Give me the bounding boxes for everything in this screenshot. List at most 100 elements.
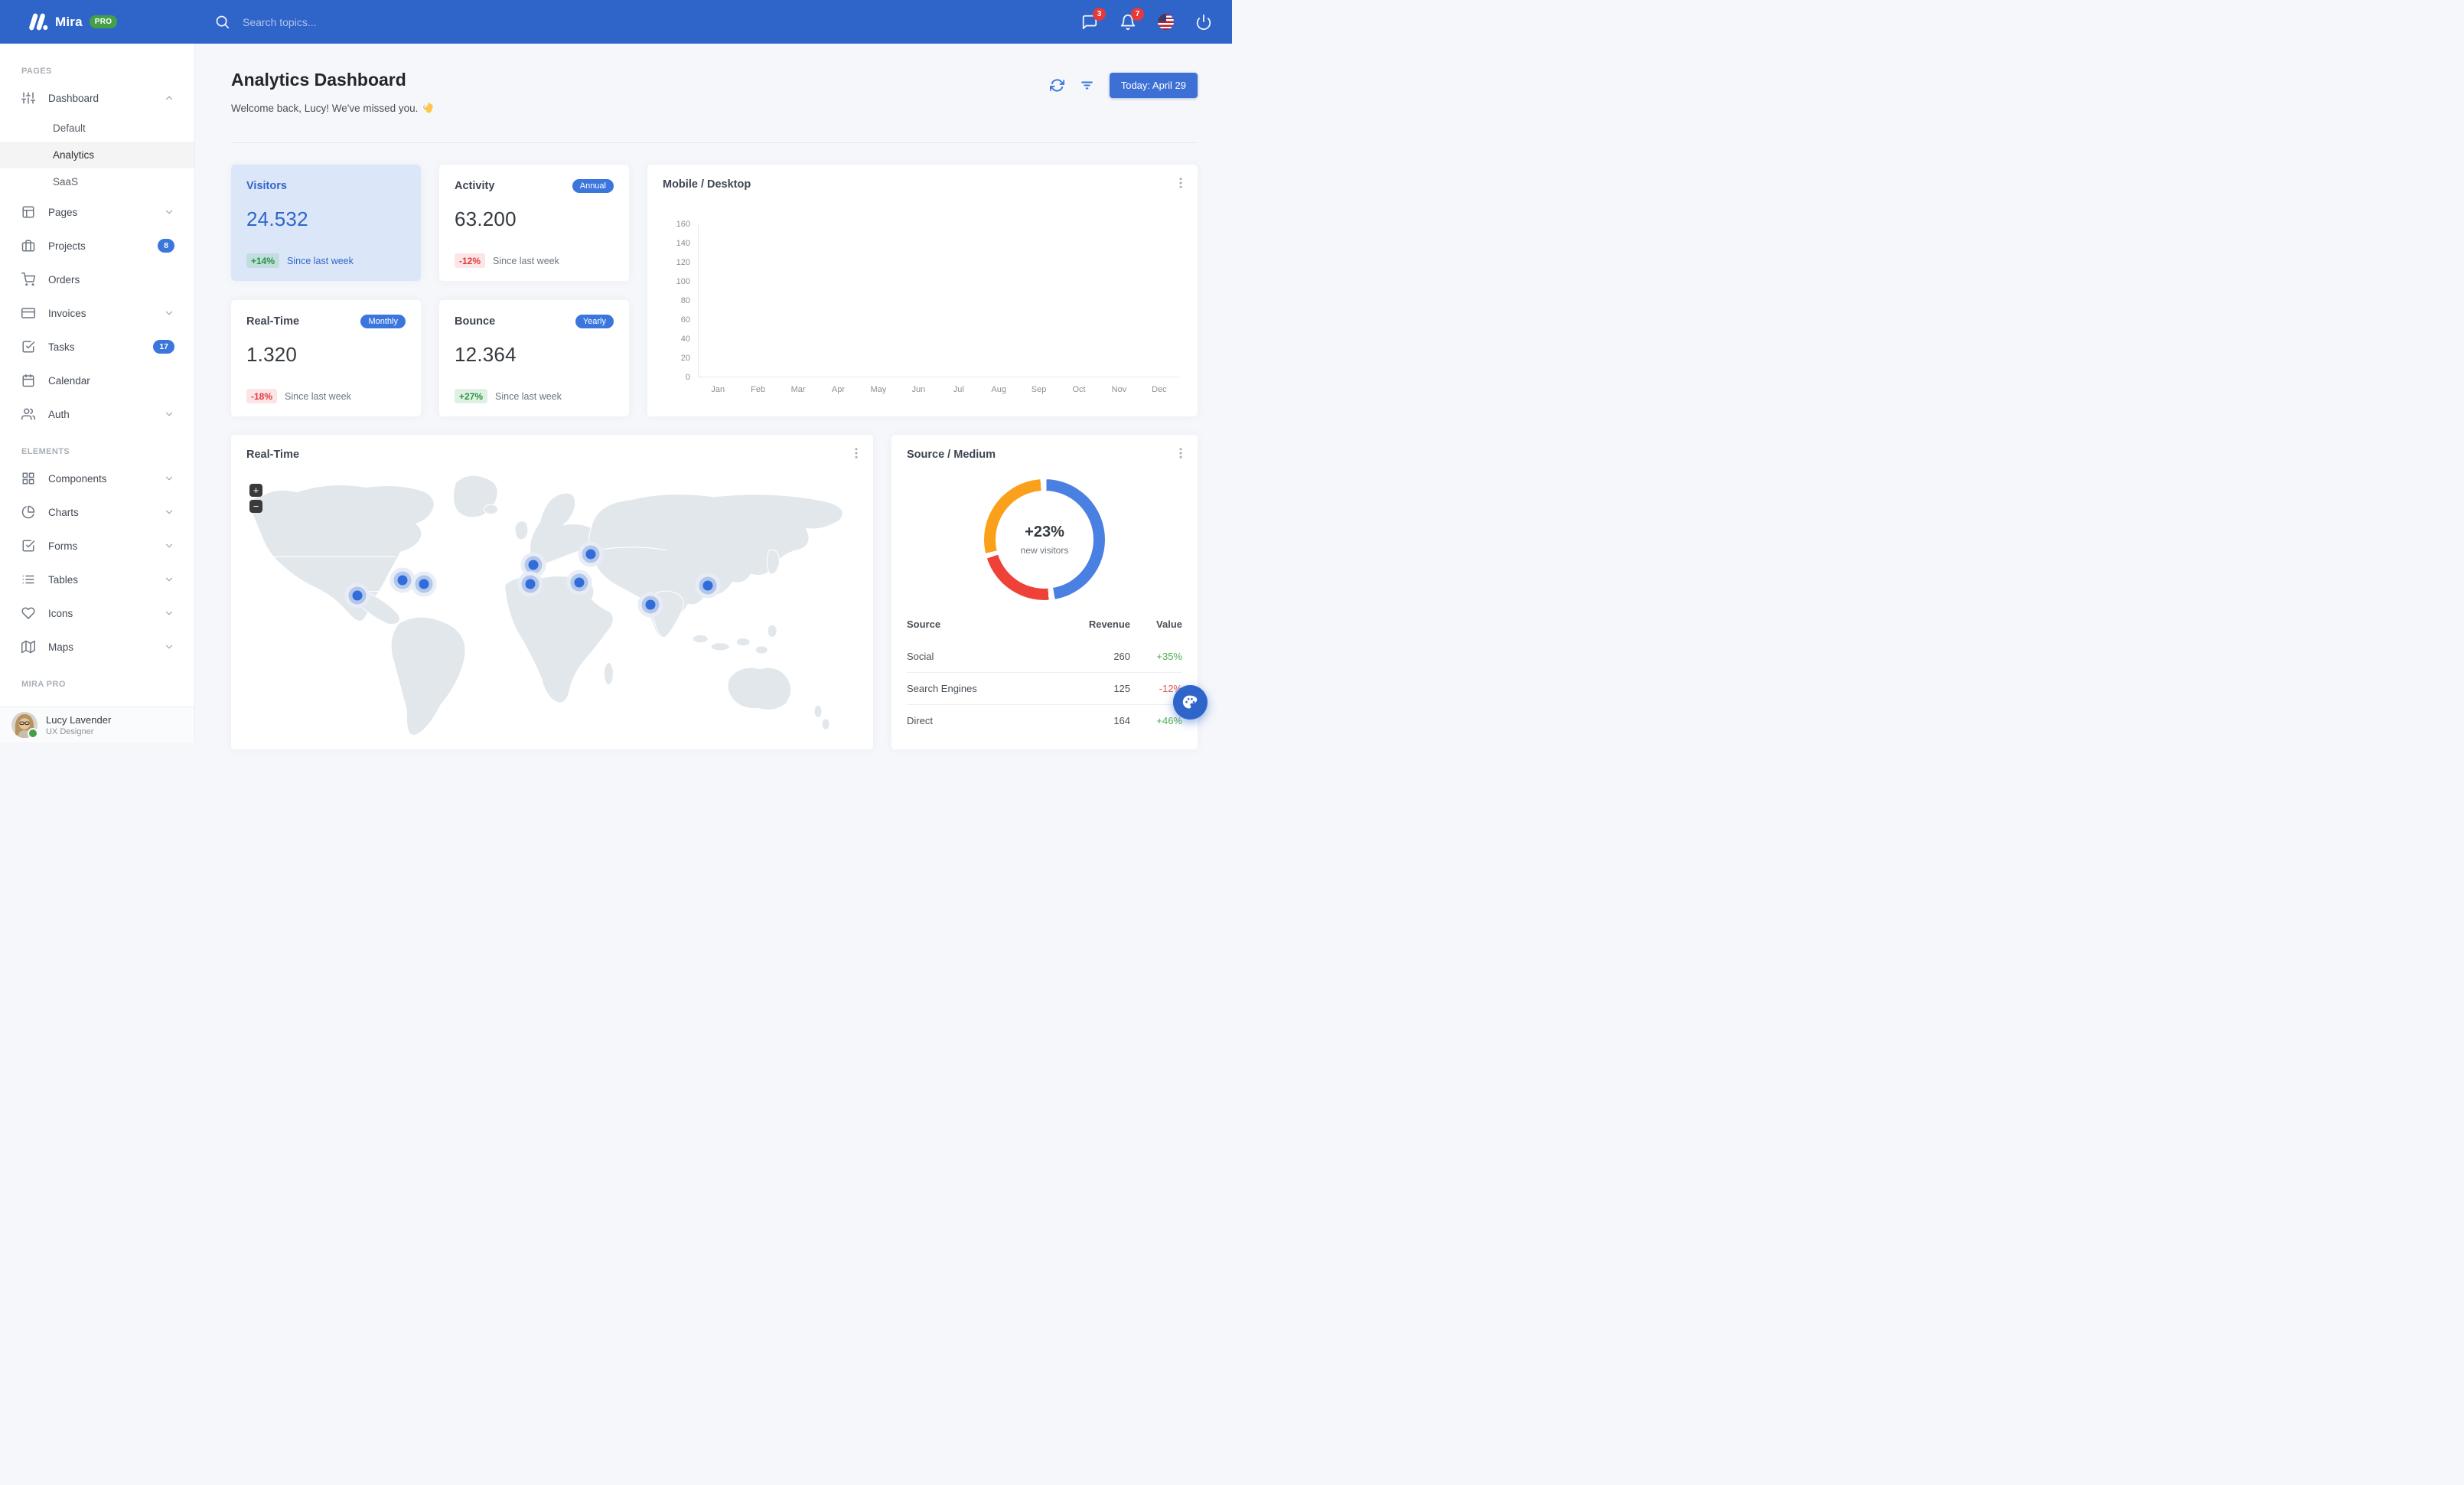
bar-jul[interactable] [939,224,979,377]
notifications-button[interactable]: 7 [1120,7,1144,31]
refresh-button[interactable] [1049,78,1064,93]
col-source: Source [907,618,941,630]
pie-chart-icon [21,505,35,519]
map-marker[interactable] [528,560,539,570]
sidebar-user[interactable]: Lucy Lavender UX Designer [0,707,194,742]
sidebar-item-icons[interactable]: Icons [0,596,194,630]
stat-value: 24.532 [246,207,308,230]
sidebar-item-orders[interactable]: Orders [0,263,194,296]
stat-card-visitors: Visitors 24.532 +14% Since last week [231,165,421,281]
map-marker[interactable] [525,579,536,589]
stat-period-tag[interactable]: Annual [572,179,614,193]
sidebar-item-maps[interactable]: Maps [0,630,194,664]
sidebar-item-charts[interactable]: Charts [0,495,194,529]
search-input[interactable] [241,15,420,29]
bar-apr[interactable] [819,224,859,377]
sidebar-item-forms[interactable]: Forms [0,529,194,563]
bar-may[interactable] [859,224,898,377]
map-marker[interactable] [574,577,585,588]
sidebar-item-calendar[interactable]: Calendar [0,364,194,397]
sidebar-subitem-saas[interactable]: SaaS [0,168,194,195]
stat-caption: Since last week [285,390,351,402]
filter-button[interactable] [1080,78,1094,93]
messages-button[interactable]: 3 [1081,7,1106,31]
kebab-menu-icon[interactable] [849,446,863,460]
sidebar-item-invoices[interactable]: Invoices [0,296,194,330]
stat-title: Activity [455,180,495,192]
map-marker[interactable] [645,599,656,610]
sidebar-item-tables[interactable]: Tables [0,563,194,596]
table-row-social[interactable]: Social 260 +35% [907,641,1182,673]
map-marker[interactable] [397,575,408,586]
users-icon [21,407,35,421]
sidebar-item-dashboard[interactable]: Dashboard [0,81,194,115]
map-marker[interactable] [352,590,363,601]
sidebar-item-projects[interactable]: Projects 8 [0,229,194,263]
map-marker[interactable] [419,579,429,589]
page-title: Analytics Dashboard [231,70,406,90]
refresh-icon [1049,79,1064,92]
kebab-menu-icon[interactable] [1174,176,1188,190]
x-tick-label: Oct [1072,385,1086,394]
layout-icon [21,205,35,219]
x-tick-label: Sep [1031,385,1047,394]
x-tick-label: Jan [711,385,725,394]
bar-aug[interactable] [979,224,1019,377]
map-title: Real-Time [246,449,300,461]
bar-jun[interactable] [899,224,939,377]
y-tick-label: 60 [680,315,690,325]
sidebar-subitem-default[interactable]: Default [0,115,194,142]
cell-source: Direct [907,704,1048,736]
sidebar-section-label-elements: ELEMENTS [21,447,70,456]
world-map[interactable]: + − [239,475,865,749]
stat-card-bounce: Bounce Yearly 12.364 +27% Since last wee… [439,300,629,416]
brand[interactable]: Mira PRO [0,11,194,32]
sidebar-subitem-analytics[interactable]: Analytics [0,142,194,168]
user-role: UX Designer [46,726,94,736]
bar-dec[interactable] [1139,224,1179,377]
bar-chart-x-axis: Jan Feb Mar Apr May Jun Jul Aug Sep Oct Nov Dec [698,385,1179,394]
credit-card-icon [21,306,35,320]
x-tick-label: Apr [831,385,846,394]
sidebar-section-label-mira-pro: MIRA PRO [21,680,66,689]
sidebar-item-auth[interactable]: Auth [0,397,194,431]
sidebar-item-components[interactable]: Components [0,462,194,495]
language-flag-button[interactable] [1158,14,1174,30]
table-row-search-engines[interactable]: Search Engines 125 -12% [907,672,1182,705]
filter-icon [1080,81,1093,90]
map-zoom-in-button[interactable]: + [249,484,262,497]
stat-value: 1.320 [246,343,298,366]
map-zoom-out-button[interactable]: − [249,500,262,513]
y-tick-label: 40 [680,335,690,344]
bar-sep[interactable] [1019,224,1059,377]
bar-feb[interactable] [738,224,778,377]
bar-nov[interactable] [1099,224,1139,377]
sidebar-item-pages[interactable]: Pages [0,195,194,229]
chevron-down-icon [164,409,174,419]
chart-title: Mobile / Desktop [663,178,751,191]
main-content: Analytics Dashboard Welcome back, Lucy! … [194,44,1232,749]
sidebar-count-badge: 17 [153,340,174,354]
bar-mar[interactable] [779,224,819,377]
y-tick-label: 80 [680,296,690,305]
x-tick-label: Dec [1152,385,1167,394]
sign-out-button[interactable] [1195,14,1212,31]
y-tick-label: 160 [676,220,690,229]
map-marker[interactable] [702,580,713,591]
chevron-down-icon [164,473,174,484]
donut-chart: +23% new visitors [984,479,1105,600]
theme-settings-fab[interactable] [1173,685,1208,720]
mobile-desktop-chart-card: Mobile / Desktop 0 20 40 60 80 100 120 140 160 J… [647,165,1198,416]
map-marker[interactable] [585,549,596,560]
stat-period-tag[interactable]: Monthly [360,315,406,328]
bar-chart: 0 20 40 60 80 100 120 140 160 Jan Feb Mar Apr May Jun… [663,220,1179,394]
stat-card-activity: Activity Annual 63.200 -12% Since last w… [439,165,629,281]
date-button[interactable]: Today: April 29 [1109,73,1198,98]
sidebar-item-tasks[interactable]: Tasks 17 [0,330,194,364]
kebab-menu-icon[interactable] [1174,446,1188,460]
x-tick-label: Jun [911,385,926,394]
bar-oct[interactable] [1059,224,1099,377]
stat-period-tag[interactable]: Yearly [575,315,614,328]
table-row-direct[interactable]: Direct 164 +46% [907,704,1182,736]
bar-jan[interactable] [699,224,738,377]
